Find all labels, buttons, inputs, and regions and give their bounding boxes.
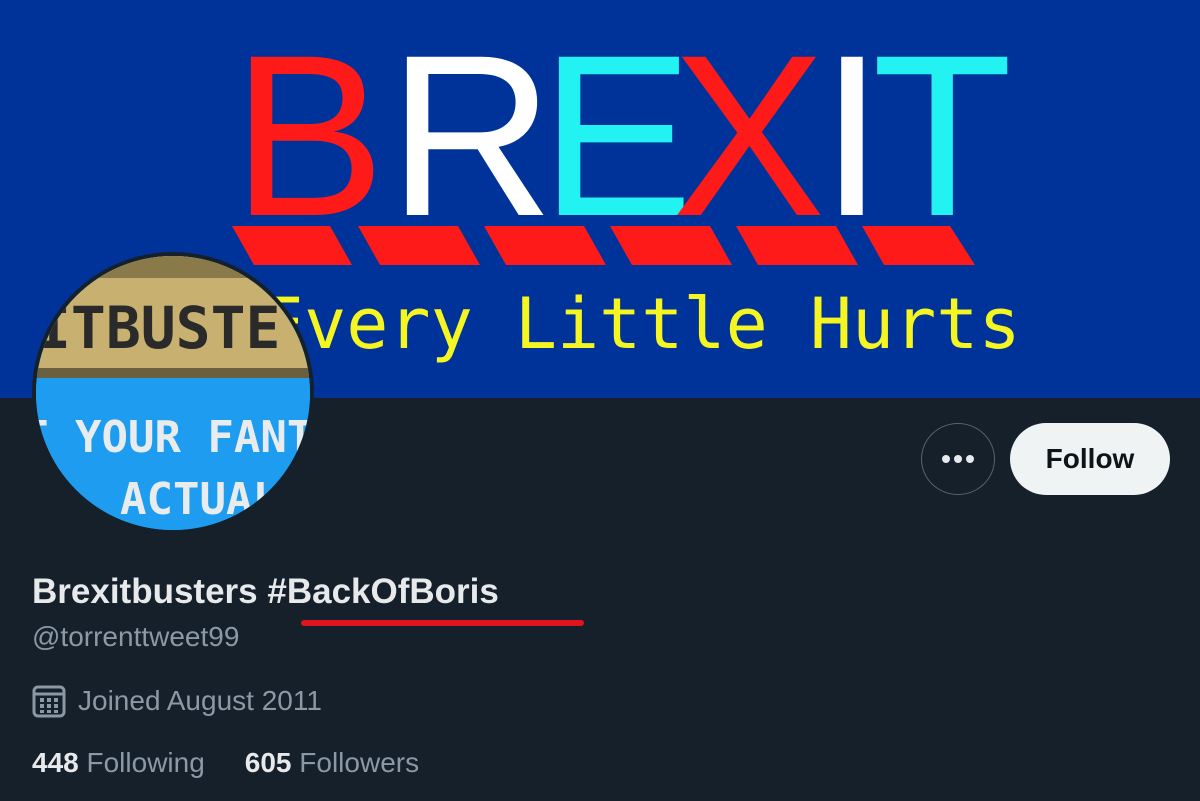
joined-date: Joined August 2011 [32, 684, 322, 718]
logo-letter-x: X [672, 7, 825, 264]
avatar-text-top: ITBUSTE [36, 294, 280, 362]
user-handle: @torrenttweet99 [32, 621, 240, 652]
more-icon [942, 455, 974, 463]
avatar-text-middle: T YOUR FANTA [36, 412, 310, 463]
logo-letter-t: T [872, 7, 1013, 264]
avatar-image: ITBUSTE T YOUR FANTA ACTUAL [36, 256, 310, 530]
display-name: Brexitbusters #BackOfBoris [32, 572, 499, 611]
more-options-button[interactable] [921, 423, 995, 495]
following-link[interactable]: 448 Following [32, 747, 205, 779]
followers-label: Followers [299, 747, 420, 778]
joined-text: Joined August 2011 [78, 685, 322, 716]
logo-letter-r: R [388, 7, 554, 264]
logo-letter-e: E [540, 7, 693, 264]
banner-tagline: Every Little Hurts [262, 283, 1021, 365]
follow-button[interactable]: Follow [1010, 423, 1170, 495]
followers-count: 605 [244, 747, 300, 778]
following-label: Following [86, 747, 205, 778]
follow-stats: 448 Following 605 Followers [32, 747, 459, 779]
calendar-icon [32, 685, 66, 718]
followers-link[interactable]: 605 Followers [245, 747, 419, 779]
following-count: 448 [32, 747, 87, 778]
hashtag-underline [301, 620, 584, 626]
logo-letter-b: B [232, 7, 385, 264]
profile-avatar[interactable]: ITBUSTE T YOUR FANTA ACTUAL [32, 252, 314, 534]
